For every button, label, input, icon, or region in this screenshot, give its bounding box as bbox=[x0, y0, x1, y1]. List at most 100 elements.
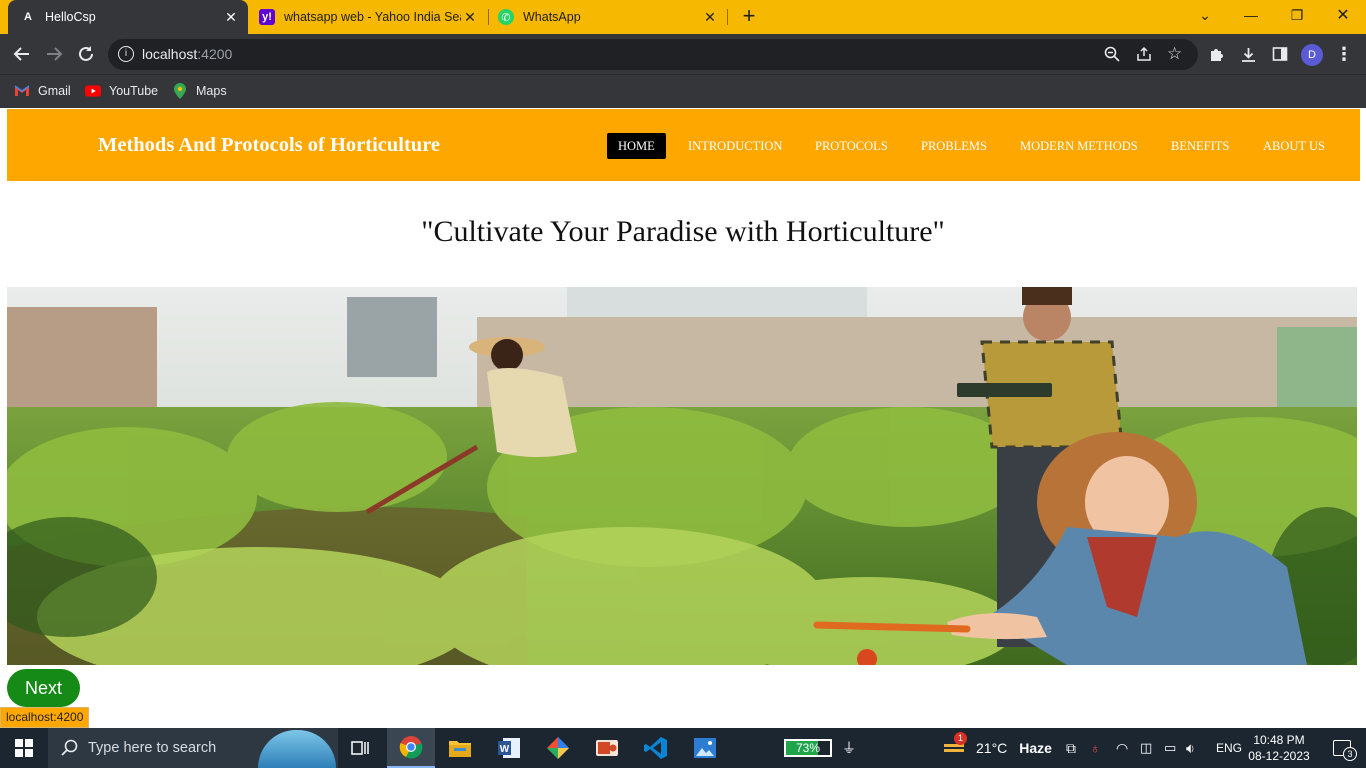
address-bar[interactable]: i localhost:4200 ☆ bbox=[108, 39, 1198, 70]
photos-icon[interactable] bbox=[681, 728, 729, 768]
notification-center-button[interactable]: 3 bbox=[1322, 728, 1362, 768]
puzzle-icon bbox=[1210, 48, 1223, 61]
volume-icon[interactable]: 🔉︎ bbox=[1186, 740, 1210, 757]
file-explorer-icon[interactable] bbox=[436, 728, 484, 768]
download-icon bbox=[1241, 47, 1255, 62]
git-icon[interactable] bbox=[534, 728, 582, 768]
profile-avatar[interactable]: D bbox=[1301, 44, 1323, 66]
tab-search-chevron-icon[interactable]: ⌄ bbox=[1182, 0, 1228, 30]
meet-now-icon[interactable]: ⧉ bbox=[1066, 740, 1086, 757]
next-button[interactable]: Next bbox=[7, 669, 80, 707]
back-arrow-icon bbox=[13, 47, 29, 61]
camera-icon[interactable]: ◫ bbox=[1140, 740, 1164, 756]
weather-haze-icon: 1 bbox=[944, 732, 967, 756]
clock[interactable]: 10:48 PM 08-12-2023 bbox=[1246, 728, 1312, 768]
maps-icon bbox=[172, 83, 188, 99]
restore-button[interactable]: ❐ bbox=[1274, 0, 1320, 30]
weather-condition: Haze bbox=[1019, 740, 1052, 756]
tab-title: whatsapp web - Yahoo India Sear bbox=[284, 10, 461, 24]
menu-button[interactable]: ⋮ bbox=[1332, 42, 1356, 66]
plug-icon: ⏚ bbox=[842, 740, 856, 756]
site-navbar: Methods And Protocols of Horticulture HO… bbox=[7, 109, 1360, 181]
zoom-icon[interactable] bbox=[1104, 46, 1120, 67]
tab-hellocsp[interactable]: A HelloCsp ✕ bbox=[8, 0, 248, 34]
windows-logo-icon bbox=[15, 739, 33, 757]
battery-indicator[interactable]: 73% ⏚ bbox=[784, 728, 856, 768]
bookmark-label: YouTube bbox=[109, 84, 159, 98]
nav-introduction[interactable]: INTRODUCTION bbox=[677, 133, 793, 159]
tab-separator bbox=[488, 9, 489, 25]
search-icon bbox=[61, 739, 78, 756]
side-panel-button[interactable] bbox=[1268, 42, 1292, 66]
weather-alert-badge: 1 bbox=[954, 732, 967, 745]
page-viewport: Methods And Protocols of Horticulture HO… bbox=[0, 108, 1366, 728]
tab-title: WhatsApp bbox=[523, 10, 581, 24]
weather-temp: 21°C bbox=[976, 740, 1008, 756]
back-button[interactable] bbox=[10, 42, 34, 66]
nav-protocols[interactable]: PROTOCOLS bbox=[804, 133, 899, 159]
extensions-button[interactable] bbox=[1204, 42, 1228, 66]
url-port: :4200 bbox=[197, 46, 233, 62]
gmail-icon bbox=[14, 83, 30, 99]
nav-about-us[interactable]: ABOUT US bbox=[1252, 133, 1336, 159]
garden-photo-illustration bbox=[7, 287, 1357, 665]
nav-problems[interactable]: PROBLEMS bbox=[910, 133, 998, 159]
tab-strip: A HelloCsp ✕ y! whatsapp web - Yahoo Ind… bbox=[0, 0, 1366, 34]
battery-tray-icon[interactable]: ▭ bbox=[1164, 740, 1186, 756]
task-view-icon[interactable] bbox=[340, 728, 380, 768]
bookmark-label: Gmail bbox=[38, 84, 71, 98]
forward-button[interactable] bbox=[42, 42, 66, 66]
close-tab-icon[interactable]: ✕ bbox=[701, 9, 719, 26]
hero-garden-image bbox=[7, 287, 1357, 665]
bookmark-gmail[interactable]: Gmail bbox=[14, 83, 71, 99]
new-tab-button[interactable]: + bbox=[736, 4, 762, 30]
browser-toolbar: i localhost:4200 ☆ ⋮ bbox=[0, 34, 1366, 74]
clock-time: 10:48 PM bbox=[1253, 733, 1305, 747]
address-url: localhost:4200 bbox=[142, 46, 232, 62]
system-tray: ⧉ ♁ ◠ ◫ ▭ 🔉︎ ENG bbox=[1066, 728, 1242, 768]
forward-arrow-icon bbox=[47, 47, 63, 61]
powerpoint-icon[interactable] bbox=[583, 728, 631, 768]
chrome-icon[interactable] bbox=[387, 728, 435, 768]
nav-home[interactable]: HOME bbox=[607, 133, 666, 159]
minimize-button[interactable]: ― bbox=[1228, 0, 1274, 30]
site-info-icon[interactable]: i bbox=[118, 46, 134, 62]
notification-icon: 3 bbox=[1333, 740, 1357, 761]
battery-icon: 73% bbox=[784, 739, 832, 757]
windows-taskbar: Type here to search W 73% ⏚ 1 21°C Haze … bbox=[0, 728, 1366, 768]
reload-icon bbox=[79, 46, 93, 61]
tab-separator bbox=[727, 9, 728, 25]
close-window-button[interactable]: ✕ bbox=[1320, 0, 1366, 30]
tab-title: HelloCsp bbox=[45, 10, 96, 24]
bookmark-youtube[interactable]: YouTube bbox=[85, 83, 158, 99]
share-icon[interactable] bbox=[1136, 46, 1152, 67]
close-tab-icon[interactable]: ✕ bbox=[461, 9, 479, 26]
close-tab-icon[interactable]: ✕ bbox=[222, 9, 240, 26]
notification-count: 3 bbox=[1343, 747, 1357, 761]
clock-date: 08-12-2023 bbox=[1248, 749, 1310, 763]
tab-whatsapp[interactable]: ✆ WhatsApp ✕ bbox=[490, 0, 725, 34]
start-button[interactable] bbox=[0, 728, 48, 768]
whatsapp-icon: ✆ bbox=[498, 9, 514, 25]
bookmark-label: Maps bbox=[196, 84, 227, 98]
battery-percent: 73% bbox=[795, 741, 821, 755]
site-brand[interactable]: Methods And Protocols of Horticulture bbox=[98, 134, 440, 157]
bookmarks-bar: Gmail YouTube Maps bbox=[0, 74, 1366, 108]
wifi-icon[interactable]: ◠ bbox=[1116, 740, 1140, 757]
svg-text:W: W bbox=[500, 744, 510, 755]
bookmark-star-icon[interactable]: ☆ bbox=[1167, 44, 1182, 64]
antivirus-icon[interactable]: ♁ bbox=[1090, 740, 1116, 756]
word-icon[interactable]: W bbox=[485, 728, 533, 768]
bookmark-maps[interactable]: Maps bbox=[172, 83, 227, 99]
weather-widget[interactable]: 1 21°C Haze bbox=[944, 728, 1052, 768]
nav-benefits[interactable]: BENEFITS bbox=[1160, 133, 1240, 159]
vscode-icon[interactable] bbox=[632, 728, 680, 768]
tab-yahoo-search[interactable]: y! whatsapp web - Yahoo India Sear ✕ bbox=[250, 0, 485, 34]
taskbar-search[interactable]: Type here to search bbox=[48, 728, 338, 768]
language-indicator[interactable]: ENG bbox=[1216, 741, 1242, 755]
nav-modern-methods[interactable]: MODERN METHODS bbox=[1009, 133, 1149, 159]
search-placeholder: Type here to search bbox=[88, 740, 217, 756]
reload-button[interactable] bbox=[74, 42, 98, 66]
downloads-button[interactable] bbox=[1236, 42, 1260, 66]
side-panel-icon bbox=[1272, 47, 1288, 61]
